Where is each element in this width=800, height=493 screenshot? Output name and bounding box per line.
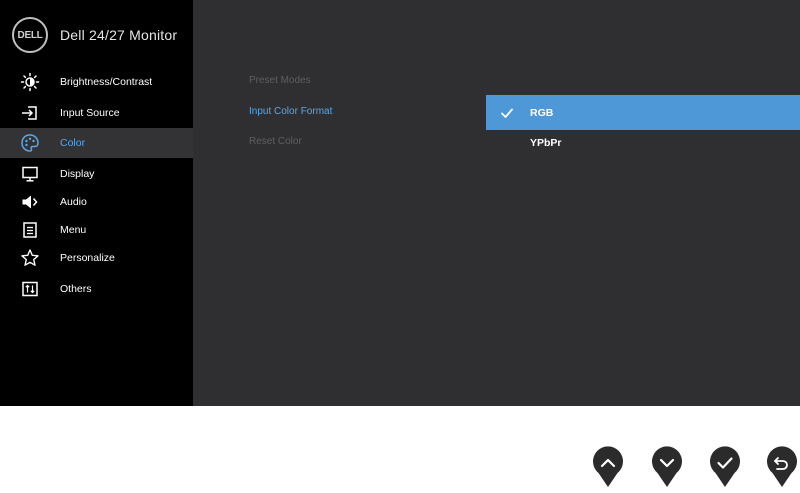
others-icon	[20, 279, 40, 299]
option-label: RGB	[530, 106, 554, 119]
brightness-icon	[20, 72, 40, 92]
menu-item-others[interactable]: Others	[0, 274, 193, 304]
speaker-icon	[20, 192, 40, 212]
menu-item-input-source[interactable]: Input Source	[0, 98, 193, 128]
menu-icon	[20, 220, 40, 240]
page-title: Dell 24/27 Monitor	[60, 27, 178, 43]
menu-item-color[interactable]: Color	[0, 128, 193, 158]
up-button[interactable]	[592, 444, 624, 488]
menu-item-display[interactable]: Display	[0, 159, 193, 189]
menu-label: Audio	[60, 196, 87, 208]
brand: DELL Dell 24/27 Monitor	[12, 15, 177, 55]
menu-item-audio[interactable]: Audio	[0, 187, 193, 217]
dell-logo: DELL	[12, 17, 48, 53]
chevron-down-icon	[652, 446, 682, 487]
logo-text: DELL	[17, 29, 43, 41]
submenu-item-preset-modes[interactable]: Preset Modes	[249, 75, 311, 86]
down-button[interactable]	[651, 444, 683, 488]
osd-panel: DELL Dell 24/27 Monitor Brightness/Contr…	[0, 0, 800, 406]
checkmark-icon	[710, 446, 740, 487]
menu-label: Input Source	[60, 107, 120, 119]
display-icon	[20, 164, 40, 184]
menu-item-menu[interactable]: Menu	[0, 215, 193, 245]
menu-item-brightness-contrast[interactable]: Brightness/Contrast	[0, 67, 193, 97]
submenu-item-reset-color[interactable]: Reset Color	[249, 136, 302, 147]
star-icon	[20, 248, 40, 268]
submenu-item-input-color-format[interactable]: Input Color Format	[249, 106, 332, 117]
chevron-up-icon	[593, 446, 623, 487]
menu-label: Others	[60, 283, 92, 295]
palette-icon	[20, 133, 40, 153]
menu-label: Brightness/Contrast	[60, 76, 153, 88]
menu-label: Color	[60, 137, 86, 149]
menu-label: Menu	[60, 224, 87, 236]
checkmark-icon	[500, 106, 514, 120]
confirm-button[interactable]	[709, 444, 741, 488]
menu-item-personalize[interactable]: Personalize	[0, 243, 193, 273]
menu-label: Display	[60, 168, 95, 180]
back-button[interactable]	[766, 444, 798, 488]
option-label: YPbPr	[530, 136, 562, 149]
return-icon	[767, 446, 797, 487]
input-source-icon	[20, 103, 40, 123]
menu-label: Personalize	[60, 252, 115, 264]
sidebar: DELL Dell 24/27 Monitor Brightness/Contr…	[0, 0, 193, 406]
option-ypbpr[interactable]: YPbPr	[486, 125, 800, 160]
